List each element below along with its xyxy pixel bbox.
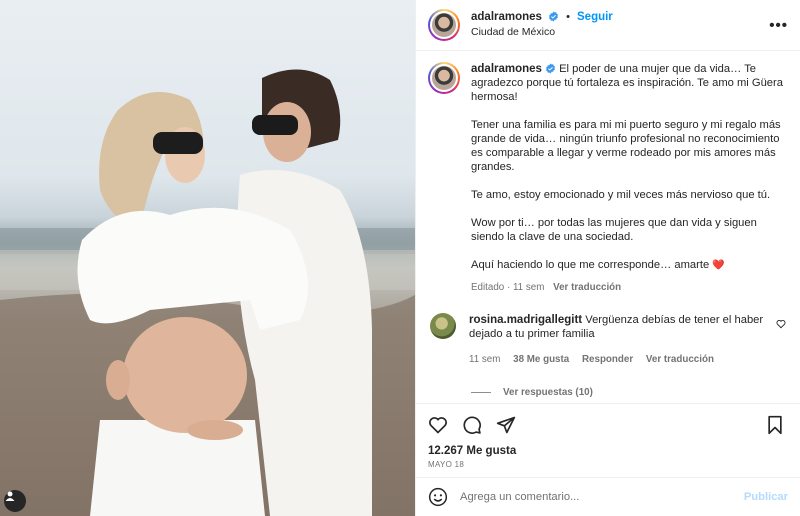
photo-illustration — [0, 69, 415, 516]
verified-icon — [545, 63, 555, 74]
post-header: adalramones • Seguir Ciudad de México ••… — [416, 0, 800, 51]
action-icons — [428, 414, 788, 436]
action-bar: 12.267 Me gusta MAYO 18 — [416, 403, 800, 477]
caption-text-5: Aquí haciendo lo que me corresponde… ama… — [471, 258, 788, 273]
caption-avatar-ring[interactable] — [428, 62, 460, 94]
author-avatar[interactable] — [430, 11, 458, 39]
view-replies-label: Ver respuestas (10) — [503, 387, 593, 398]
heart-icon[interactable] — [428, 415, 448, 435]
caption-age[interactable]: 11 sem — [513, 282, 544, 293]
caption-paragraph: adalramones El poder de una mujer que da… — [471, 62, 788, 104]
comment-body: rosina.madrigallegitt Vergüenza debías d… — [469, 313, 769, 367]
comment-age[interactable]: 11 sem — [469, 354, 500, 365]
post-photo[interactable] — [0, 0, 415, 516]
comments-section: adalramones El poder de una mujer que da… — [416, 51, 800, 403]
instagram-post: adalramones • Seguir Ciudad de México ••… — [0, 0, 800, 516]
caption: adalramones El poder de una mujer que da… — [428, 62, 788, 295]
commenter-username[interactable]: rosina.madrigallegitt — [469, 314, 582, 326]
user-tag-button[interactable] — [4, 490, 26, 512]
caption-avatar[interactable] — [430, 64, 458, 92]
reply-button[interactable]: Responder — [582, 354, 633, 365]
share-icon[interactable] — [496, 415, 516, 435]
view-replies-button[interactable]: Ver respuestas (10) — [471, 387, 788, 398]
commenter-avatar[interactable] — [430, 313, 456, 339]
replies-line — [471, 392, 491, 393]
post-date[interactable]: MAYO 18 — [428, 460, 788, 469]
verified-icon — [549, 11, 559, 22]
comment-likes[interactable]: 38 Me gusta — [513, 354, 569, 365]
publish-button[interactable]: Publicar — [744, 491, 788, 503]
author-avatar-ring[interactable] — [428, 9, 460, 41]
post-side-panel: adalramones • Seguir Ciudad de México ••… — [415, 0, 800, 516]
emoji-icon[interactable] — [428, 487, 448, 507]
header-text: adalramones • Seguir Ciudad de México — [471, 10, 613, 40]
caption-text-3: Te amo, estoy emocionado y mil veces más… — [471, 189, 771, 201]
comment-icon[interactable] — [462, 415, 482, 435]
more-options-icon[interactable]: ••• — [769, 17, 788, 34]
caption-meta: Editado · 11 sem Ver traducción — [471, 281, 788, 295]
likes-count[interactable]: 12.267 Me gusta — [428, 445, 788, 457]
comment-meta: 11 sem 38 Me gusta Responder Ver traducc… — [469, 353, 769, 367]
caption-username[interactable]: adalramones — [471, 63, 542, 75]
bookmark-icon[interactable] — [766, 415, 784, 435]
comment-like-icon[interactable] — [776, 319, 786, 329]
caption-text-2: Tener una familia es para mi mi puerto s… — [471, 119, 781, 173]
comment-translate-button[interactable]: Ver traducción — [646, 354, 714, 365]
caption-translate-button[interactable]: Ver traducción — [553, 282, 621, 293]
edited-label: Editado — [471, 282, 505, 293]
post-location[interactable]: Ciudad de México — [471, 25, 613, 40]
heart-emoji: ❤️ — [712, 260, 725, 271]
author-username[interactable]: adalramones — [471, 11, 542, 23]
caption-last-line: Aquí haciendo lo que me corresponde… ama… — [471, 259, 710, 271]
follow-button[interactable]: Seguir — [577, 11, 613, 23]
add-comment-bar: Publicar — [416, 477, 800, 516]
comment-item: rosina.madrigallegitt Vergüenza debías d… — [428, 313, 788, 367]
caption-body: adalramones El poder de una mujer que da… — [471, 62, 788, 295]
caption-text-4: Wow por ti… por todas las mujeres que da… — [471, 217, 757, 243]
add-comment-input[interactable] — [460, 491, 744, 503]
separator-dot: • — [566, 11, 570, 23]
user-tag-icon — [5, 491, 15, 501]
